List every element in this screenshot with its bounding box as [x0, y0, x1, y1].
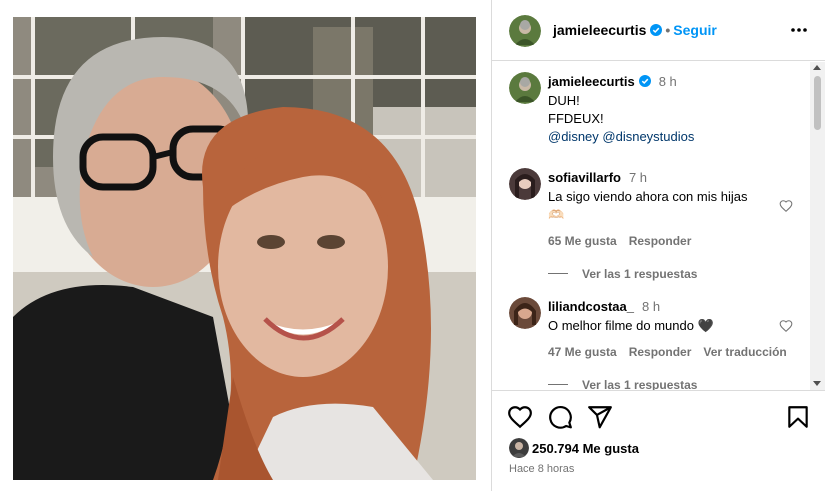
commenter-avatar[interactable]: [509, 297, 541, 329]
liker-avatar[interactable]: [509, 438, 529, 458]
comment-header: liliandcostaa_ 8 h: [548, 299, 660, 314]
comment-likes[interactable]: 65 Me gusta: [548, 234, 617, 248]
scroll-up-arrow[interactable]: [813, 65, 821, 70]
heart-icon[interactable]: [507, 404, 533, 430]
caption-author-avatar[interactable]: [509, 72, 541, 104]
post-media-panel: [0, 0, 490, 491]
comments-scrollbar[interactable]: [810, 62, 825, 390]
comment-meta: 47 Me gusta Responder Ver traducción: [548, 345, 799, 359]
post-side-panel: jamieleecurtis • Seguir jamieleecurtis 8 h …: [492, 0, 825, 491]
actions-divider: [492, 390, 825, 391]
mention-link[interactable]: @disneystudios: [602, 129, 694, 144]
comment-time: 8 h: [641, 299, 661, 314]
comment-text-line2: 🫶🏻: [548, 207, 565, 222]
verified-badge-icon: [638, 75, 651, 87]
scroll-down-arrow[interactable]: [813, 381, 821, 386]
comment-username[interactable]: liliandcostaa_: [548, 299, 634, 314]
author-avatar[interactable]: [509, 15, 541, 47]
scrollbar-thumb[interactable]: [814, 76, 821, 130]
likes-count[interactable]: 250.794 Me gusta: [532, 441, 639, 456]
heart-icon[interactable]: [779, 199, 793, 213]
post-timestamp: Hace 8 horas: [509, 463, 575, 475]
comment-username[interactable]: sofiavillarfo: [548, 170, 621, 185]
more-horizontal-icon[interactable]: [789, 20, 809, 40]
mention-link[interactable]: @disney: [548, 129, 599, 144]
view-replies-link[interactable]: Ver las 1 respuestas: [548, 267, 697, 281]
comment-meta: 65 Me gusta Responder: [548, 234, 703, 248]
reply-button[interactable]: Responder: [629, 345, 692, 359]
view-replies-label: Ver las 1 respuestas: [582, 267, 698, 281]
heart-icon[interactable]: [779, 319, 793, 333]
comments-list[interactable]: jamieleecurtis 8 h DUH! FFDEUX! @disney @…: [492, 62, 812, 390]
bookmark-icon[interactable]: [785, 404, 811, 430]
comment-text: La sigo viendo ahora con mis hijas: [548, 189, 748, 204]
caption-time: 8 h: [658, 74, 677, 89]
comment-likes[interactable]: 47 Me gusta: [548, 345, 617, 359]
author-username[interactable]: jamieleecurtis: [553, 22, 646, 38]
paper-plane-icon[interactable]: [587, 404, 613, 430]
selfie-photo-illustration: [13, 17, 476, 480]
separator-dot: •: [665, 22, 671, 38]
comment-icon[interactable]: [547, 404, 573, 430]
replies-dash: [548, 384, 568, 385]
comment-header: sofiavillarfo 7 h: [548, 170, 647, 185]
comment-time: 7 h: [628, 170, 648, 185]
translate-button[interactable]: Ver traducción: [703, 345, 786, 359]
view-replies-label: Ver las 1 respuestas: [582, 378, 698, 390]
caption-mentions: @disney @disneystudios: [548, 128, 694, 146]
view-replies-link[interactable]: Ver las 1 respuestas: [548, 378, 697, 390]
replies-dash: [548, 273, 568, 274]
reply-button[interactable]: Responder: [629, 234, 692, 248]
comment-text: O melhor filme do mundo 🖤: [548, 318, 714, 333]
follow-button[interactable]: Seguir: [673, 22, 717, 38]
caption-line: DUH!: [548, 93, 580, 108]
post-header: jamieleecurtis • Seguir: [492, 0, 825, 61]
caption-username[interactable]: jamieleecurtis: [548, 74, 635, 89]
post-photo[interactable]: [13, 17, 476, 480]
verified-badge-icon: [650, 24, 663, 36]
caption-line: FFDEUX!: [548, 111, 604, 126]
caption-header: jamieleecurtis 8 h: [548, 74, 677, 89]
commenter-avatar[interactable]: [509, 168, 541, 200]
